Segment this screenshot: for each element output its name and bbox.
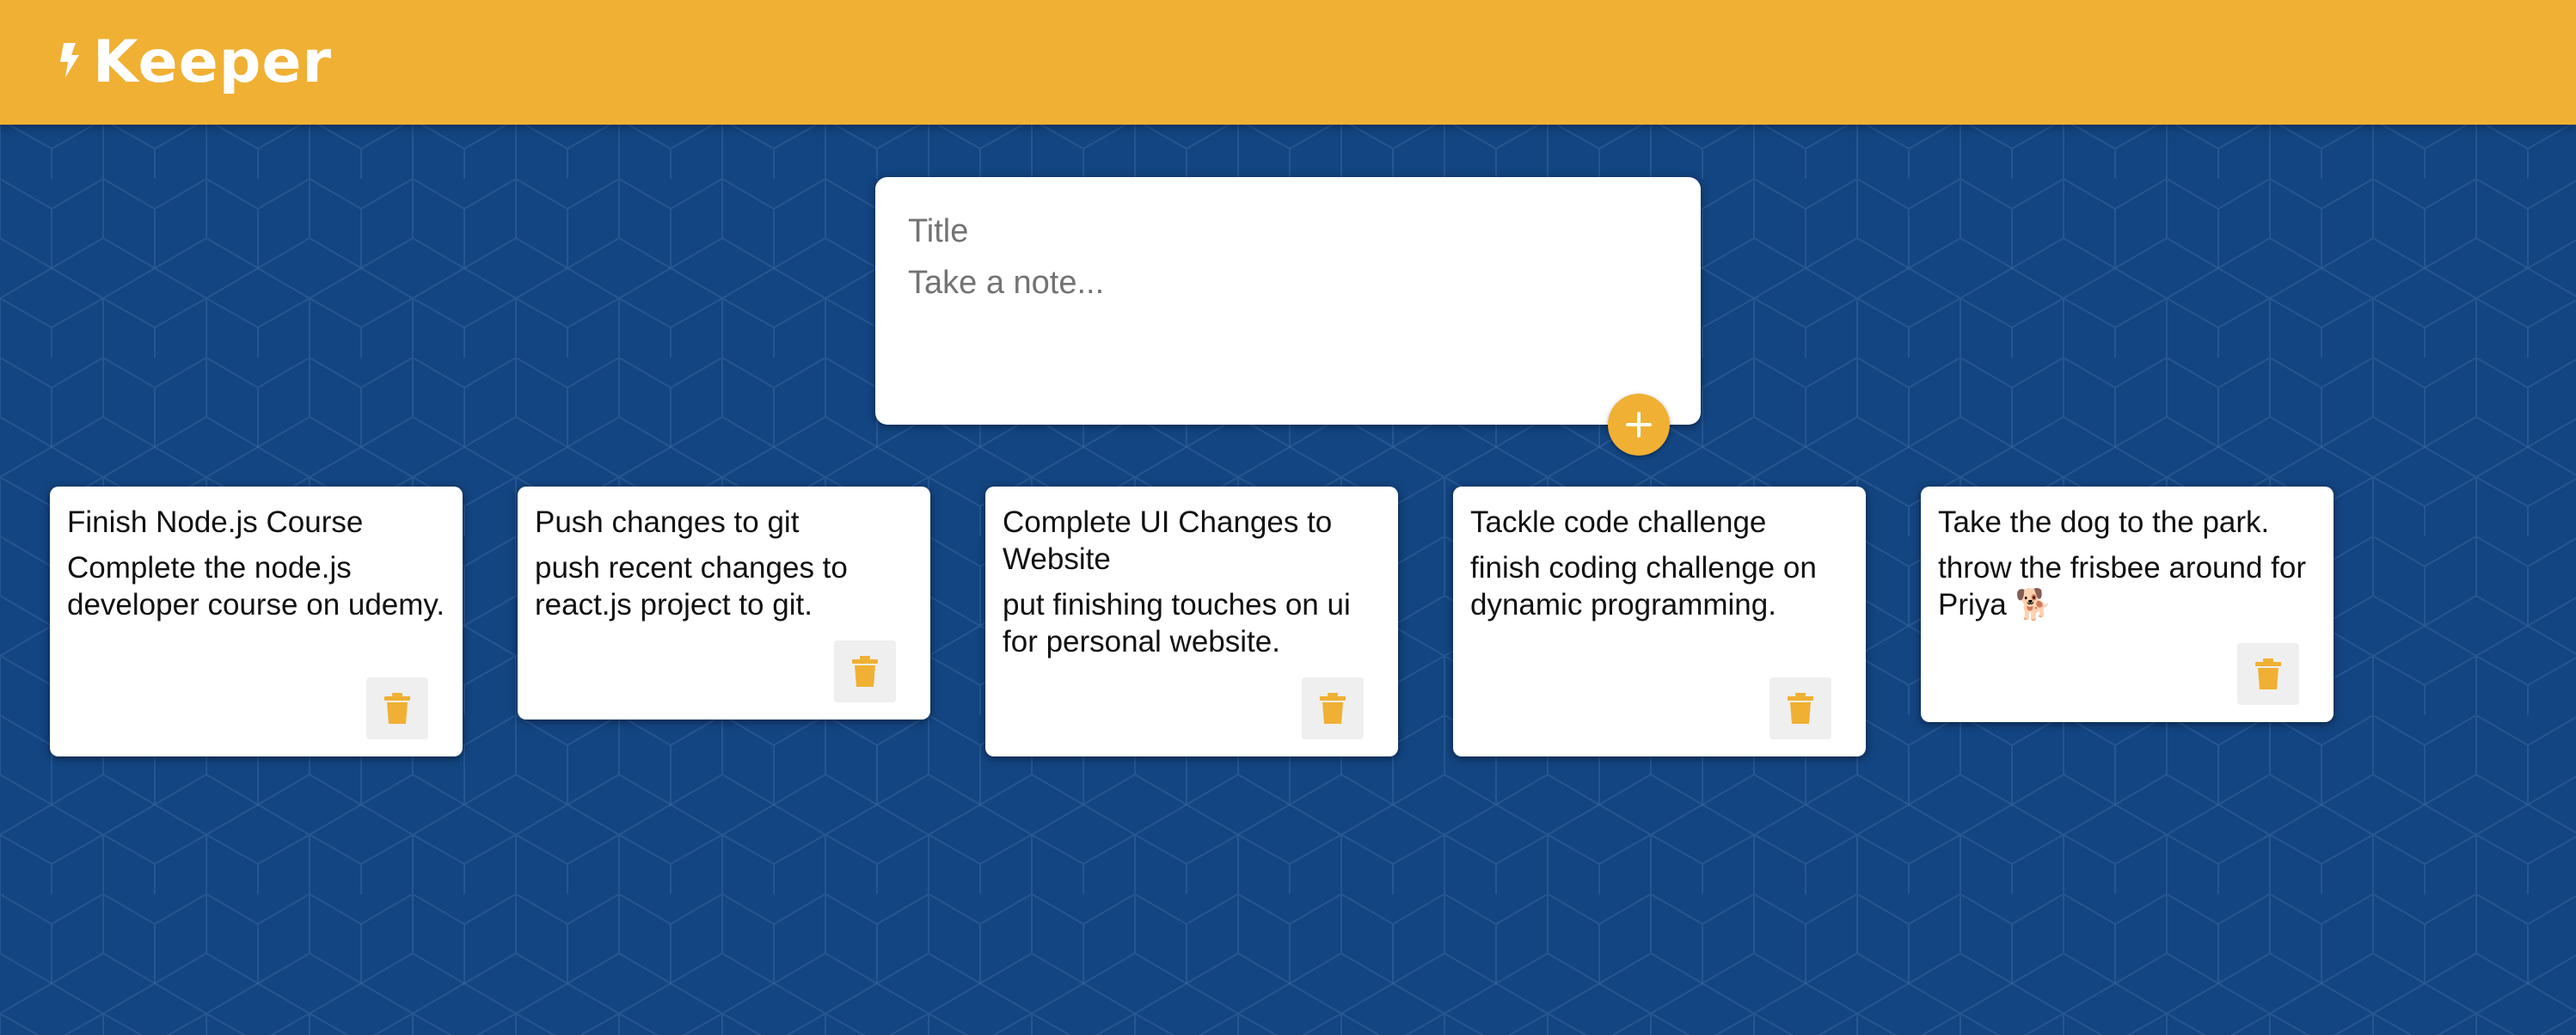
note-card: Push changes to git push recent changes … <box>518 487 930 720</box>
trash-icon <box>1788 693 1813 724</box>
note-content-input[interactable] <box>908 260 1668 363</box>
note-title: Finish Node.js Course <box>67 505 364 539</box>
delete-note-button[interactable] <box>2237 643 2299 705</box>
app-title: Keeper <box>93 28 333 96</box>
note-card: Finish Node.js Course Complete the node.… <box>50 487 463 756</box>
note-content: push recent changes to react.js project … <box>535 551 848 622</box>
trash-icon <box>1320 693 1346 724</box>
add-note-button[interactable] <box>1608 394 1670 456</box>
note-title: Take the dog to the park. <box>1938 505 2270 539</box>
note-title: Tackle code challenge <box>1470 505 1767 539</box>
app-header: Keeper <box>0 0 2576 125</box>
note-card: Take the dog to the park. throw the fris… <box>1921 487 2334 722</box>
note-composer <box>875 177 1701 456</box>
note-title: Complete UI Changes to Website <box>1003 505 1333 576</box>
trash-icon <box>384 693 410 724</box>
note-content: throw the frisbee around for Priya 🐕 <box>1938 551 2307 622</box>
delete-note-button[interactable] <box>1769 677 1831 739</box>
plus-icon <box>1626 412 1652 438</box>
note-content: put finishing touches on ui for personal… <box>1003 588 1351 658</box>
delete-note-button[interactable] <box>834 640 896 702</box>
note-title-input[interactable] <box>908 208 1668 254</box>
trash-icon <box>2255 658 2281 689</box>
note-content: Complete the node.js developer course on… <box>67 551 445 622</box>
delete-note-button[interactable] <box>366 677 428 739</box>
note-card: Complete UI Changes to Website put finis… <box>985 487 1398 756</box>
delete-note-button[interactable] <box>1302 677 1364 739</box>
trash-icon <box>852 656 878 687</box>
lightning-bolt-icon <box>60 42 79 77</box>
note-card: Tackle code challenge finish coding chal… <box>1453 487 1866 756</box>
note-title: Push changes to git <box>535 505 800 539</box>
note-content: finish coding challenge on dynamic progr… <box>1470 551 1817 622</box>
